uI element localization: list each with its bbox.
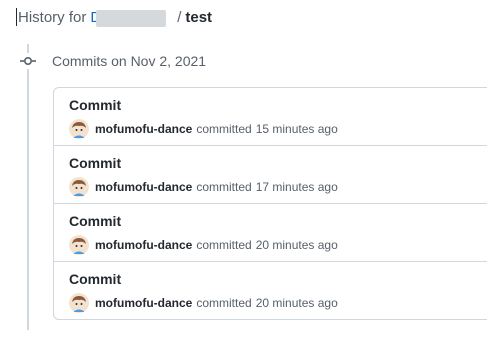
commit-history-page: History for D / test Commits on Nov 2, 2… (0, 0, 487, 348)
redacted-owner-blur (96, 9, 167, 27)
commit-action: committed (196, 122, 252, 136)
commit-meta: mofumofu-dance committed 15 minutes ago (69, 119, 338, 139)
author-link[interactable]: mofumofu-dance (95, 180, 192, 194)
commit-time: 20 minutes ago (255, 296, 338, 310)
avatar[interactable] (69, 177, 89, 197)
avatar[interactable] (69, 119, 89, 139)
commit-list: Commit mofumofu-dance committed 15 minut… (53, 87, 487, 320)
history-prefix: History for (18, 8, 87, 26)
commit-title-link[interactable]: Commit (69, 213, 121, 229)
commit-row: Commit mofumofu-dance committed 20 minut… (54, 261, 487, 319)
commit-title-link[interactable]: Commit (69, 271, 121, 287)
repo-owner-link[interactable]: D (90, 9, 173, 27)
author-link[interactable]: mofumofu-dance (95, 122, 192, 136)
path-separator: / (177, 8, 182, 26)
commit-action: committed (196, 180, 252, 194)
timeline-line (27, 44, 29, 330)
commit-time: 20 minutes ago (255, 238, 338, 252)
commit-row: Commit mofumofu-dance committed 15 minut… (54, 88, 487, 145)
commits-date-heading: Commits on Nov 2, 2021 (52, 53, 207, 69)
author-link[interactable]: mofumofu-dance (95, 238, 192, 252)
commit-action: committed (196, 296, 252, 310)
commit-row: Commit mofumofu-dance committed 17 minut… (54, 145, 487, 203)
commit-meta: mofumofu-dance committed 20 minutes ago (69, 293, 338, 313)
commit-time: 15 minutes ago (255, 122, 338, 136)
author-link[interactable]: mofumofu-dance (95, 296, 192, 310)
git-commit-icon (20, 53, 36, 69)
commit-time: 17 minutes ago (255, 180, 338, 194)
repo-name-link[interactable]: test (185, 9, 212, 26)
page-title: History for D / test (16, 6, 212, 28)
avatar[interactable] (69, 235, 89, 255)
commit-title-link[interactable]: Commit (69, 97, 121, 113)
commit-action: committed (196, 238, 252, 252)
commit-meta: mofumofu-dance committed 17 minutes ago (69, 177, 338, 197)
commit-title-link[interactable]: Commit (69, 155, 121, 171)
commit-meta: mofumofu-dance committed 20 minutes ago (69, 235, 338, 255)
text-cursor (16, 8, 17, 26)
commit-row: Commit mofumofu-dance committed 20 minut… (54, 203, 487, 261)
avatar[interactable] (69, 293, 89, 313)
